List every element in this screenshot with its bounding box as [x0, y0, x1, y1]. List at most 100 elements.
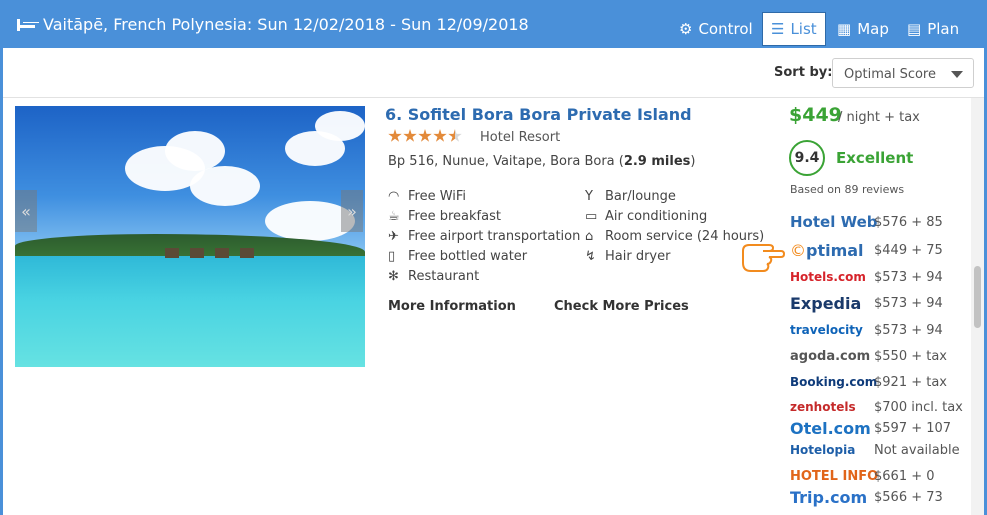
star-icon	[418, 129, 432, 142]
best-price: $449	[789, 104, 842, 126]
cogs-icon: ⚙	[679, 20, 693, 38]
provider-price: $921 + tax	[874, 374, 947, 390]
scrollbar-thumb[interactable]	[974, 266, 981, 328]
provider-logo[interactable]: Trip.com	[790, 488, 867, 507]
provider-row[interactable]: Expedia $573 + 94	[790, 292, 943, 314]
plane-icon: ✈	[388, 229, 399, 244]
provider-logo[interactable]: HOTEL INFO	[790, 469, 878, 484]
more-information-link[interactable]: More Information	[388, 299, 516, 314]
map-button[interactable]: ▦ Map	[837, 12, 889, 46]
provider-row[interactable]: Otel.com $597 + 107	[790, 417, 951, 439]
provider-row[interactable]: Hotelopia Not available	[790, 439, 960, 461]
bed-icon	[17, 18, 35, 31]
provider-logo[interactable]: Hotel Web	[790, 213, 878, 231]
provider-price: $573 + 94	[874, 295, 943, 311]
score-badge: 9.4	[789, 140, 825, 176]
cocktail-icon: Y	[585, 189, 593, 204]
prev-photo-button[interactable]: «	[15, 190, 37, 232]
amenity-item: ▭ Air conditioning	[585, 208, 708, 225]
review-count: Based on 89 reviews	[790, 183, 905, 196]
map-icon: ▦	[837, 20, 852, 38]
provider-row[interactable]: Booking.com $921 + tax	[790, 371, 947, 393]
cloud	[165, 131, 225, 171]
provider-logo[interactable]: Booking.com	[790, 375, 877, 389]
plan-label: Plan	[927, 20, 960, 38]
provider-logo[interactable]: travelocity	[790, 323, 863, 337]
distance-text: 2.9 miles	[623, 154, 691, 169]
bungalow	[215, 248, 229, 258]
hair-dryer-icon: ↯	[585, 249, 596, 264]
amenity-item: ✈ Free airport transportation	[388, 228, 581, 245]
hotel-address: Bp 516, Nunue, Vaitape, Bora Bora (2.9 m…	[388, 154, 695, 169]
star-icon	[388, 129, 402, 142]
provider-logo[interactable]: Hotels.com	[790, 270, 866, 284]
score-label: Excellent	[836, 149, 914, 167]
star-icon	[433, 129, 447, 142]
provider-row[interactable]: © ptimal $449 + 75	[790, 239, 943, 261]
amenity-item: ⌂ Room service (24 hours)	[585, 228, 765, 245]
scrollbar[interactable]	[971, 98, 984, 515]
chevron-down-icon	[951, 71, 963, 78]
control-label: Control	[698, 20, 753, 38]
photo-sea	[15, 256, 365, 367]
address-text: Bp 516, Nunue, Vaitape, Bora Bora (	[388, 154, 624, 169]
provider-price: $449 + 75	[874, 242, 943, 258]
coffee-icon: ☕	[388, 209, 400, 224]
plan-button[interactable]: ▤ Plan	[907, 12, 959, 46]
bungalow	[165, 248, 179, 258]
amenity-item: ◠ Free WiFi	[388, 188, 467, 205]
bungalow	[240, 248, 254, 258]
provider-row[interactable]: travelocity $573 + 94	[790, 319, 943, 341]
amenity-item: ✻ Restaurant	[388, 268, 480, 285]
sort-select[interactable]: Optimal Score	[832, 58, 974, 88]
trip-title-text: Vaitāpē, French Polynesia: Sun 12/02/201…	[43, 15, 529, 34]
app-frame: Vaitāpē, French Polynesia: Sun 12/02/201…	[0, 0, 987, 515]
half-star-icon	[448, 129, 462, 142]
list-button[interactable]: ☰ List	[762, 12, 826, 46]
provider-row[interactable]: agoda.com $550 + tax	[790, 345, 947, 367]
check-more-prices-link[interactable]: Check More Prices	[554, 299, 689, 314]
provider-price: $573 + 94	[874, 269, 943, 285]
cloud	[315, 111, 365, 141]
provider-row[interactable]: zenhotels $700 incl. tax	[790, 396, 963, 418]
provider-row[interactable]: Trip.com $566 + 73	[790, 486, 943, 508]
provider-price: $700 incl. tax	[874, 399, 963, 415]
provider-price: $573 + 94	[874, 322, 943, 338]
star-rating	[388, 129, 462, 143]
provider-logo[interactable]: Otel.com	[790, 419, 871, 438]
sort-bar: Sort by: Optimal Score	[3, 48, 984, 98]
hotel-photo[interactable]: « »	[15, 106, 365, 367]
top-bar: Vaitāpē, French Polynesia: Sun 12/02/201…	[3, 0, 984, 48]
restaurant-icon: ✻	[388, 269, 399, 284]
address-end: )	[690, 154, 696, 169]
hotel-name[interactable]: 6. Sofitel Bora Bora Private Island	[385, 105, 692, 124]
control-button[interactable]: ⚙ Control	[679, 12, 753, 46]
provider-row[interactable]: Hotel Web $576 + 85	[790, 211, 943, 233]
list-label: List	[790, 20, 817, 38]
provider-price: $566 + 73	[874, 489, 943, 505]
provider-logo[interactable]: ptimal	[806, 241, 864, 260]
provider-row[interactable]: HOTEL INFO $661 + 0	[790, 465, 935, 487]
optimal-logo-icon: ©	[790, 240, 806, 260]
provider-price: $597 + 107	[874, 420, 952, 436]
provider-price: $576 + 85	[874, 214, 943, 230]
pointing-hand-icon	[742, 244, 785, 272]
trip-title: Vaitāpē, French Polynesia: Sun 12/02/201…	[17, 15, 529, 34]
provider-logo[interactable]: Expedia	[790, 294, 861, 313]
price-suffix: / night + tax	[838, 110, 920, 125]
snowflake-icon: ▭	[585, 209, 598, 224]
sort-label: Sort by:	[774, 65, 833, 80]
provider-logo[interactable]: zenhotels	[790, 400, 856, 414]
list-icon: ☰	[771, 20, 785, 38]
cloud	[190, 166, 260, 206]
provider-price: $550 + tax	[874, 348, 947, 364]
provider-logo[interactable]: Hotelopia	[790, 443, 855, 457]
next-photo-button[interactable]: »	[341, 190, 363, 232]
amenity-item: ☕ Free breakfast	[388, 208, 501, 225]
provider-price: Not available	[874, 442, 960, 458]
bell-icon: ⌂	[585, 229, 594, 244]
sort-value: Optimal Score	[844, 67, 936, 82]
provider-row[interactable]: Hotels.com $573 + 94	[790, 266, 943, 288]
amenity-item: ▯ Free bottled water	[388, 248, 528, 265]
provider-logo[interactable]: agoda.com	[790, 349, 870, 364]
